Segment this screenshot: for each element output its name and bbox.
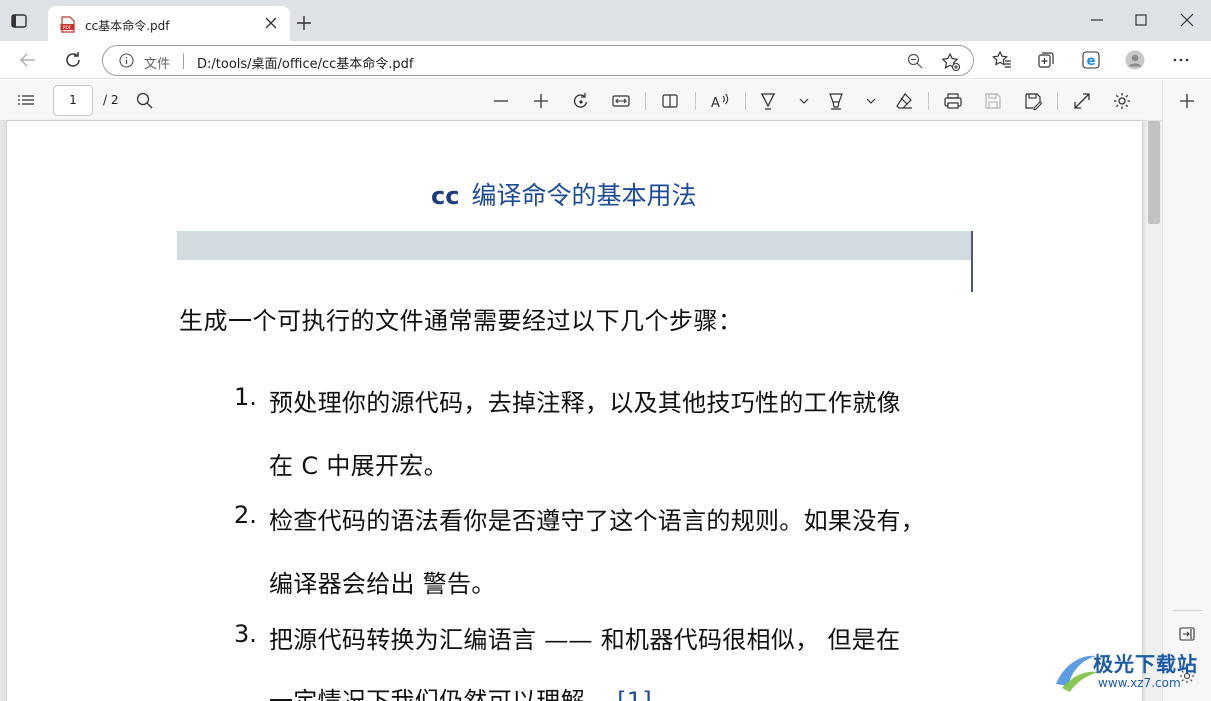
table-of-contents-icon[interactable] [16, 91, 36, 111]
address-bar[interactable]: 文件 D:/tools/桌面/office/cc基本命令.pdf [102, 45, 974, 76]
text-fragment: 一定情况下我们仍然可以理解。 [269, 687, 610, 701]
page-view-icon[interactable] [660, 91, 680, 111]
print-icon[interactable] [943, 91, 963, 111]
browser-tab[interactable]: PDF cc基本命令.pdf [48, 6, 290, 41]
fullscreen-icon[interactable] [1072, 91, 1092, 111]
toolbar-separator [645, 92, 646, 110]
fit-to-width-icon[interactable] [611, 91, 631, 111]
section-header-bar [177, 231, 973, 260]
minimize-icon[interactable] [1090, 13, 1104, 27]
section-rule [971, 231, 973, 292]
toolbar-separator [695, 92, 696, 110]
scrollbar-thumb[interactable] [1148, 121, 1160, 224]
list-item-text: 检查代码的语法看你是否遵守了这个语言的规则。如果没有， [269, 507, 926, 535]
toolbar-separator [745, 92, 746, 110]
url-scheme-label: 文件 [144, 57, 171, 72]
title-bar: PDF cc基本命令.pdf [0, 0, 1211, 41]
maximize-icon[interactable] [1134, 13, 1148, 27]
site-info-icon[interactable] [119, 53, 134, 68]
list-item-text: 预处理你的源代码，去掉注释，以及其他技巧性的工作就像 [269, 389, 901, 417]
collections-icon[interactable] [1036, 50, 1056, 70]
text-fragment: 在 [269, 452, 294, 480]
sidebar-divider [1173, 610, 1202, 611]
page-number-input[interactable]: 1 [53, 85, 93, 116]
zoom-in-icon[interactable] [531, 91, 551, 111]
list-item-number: 1. [234, 383, 257, 411]
intro-paragraph: 生成一个可执行的文件通常需要经过以下几个步骤： [179, 307, 743, 335]
draw-icon[interactable] [758, 91, 778, 111]
zoom-icon[interactable] [907, 53, 923, 69]
pdf-page: cc 编译命令的基本用法 生成一个可执行的文件通常需要经过以下几个步骤： 1. 预… [7, 121, 1142, 701]
hide-sidebar-icon[interactable] [1179, 626, 1195, 642]
text-fragment: 中展开宏。 [326, 452, 448, 480]
toolbar-separator [1057, 92, 1058, 110]
document-title-main: 编译命令的基本用法 [471, 181, 697, 210]
rotate-icon[interactable] [571, 91, 591, 111]
watermark-subtext: www.xz7.com [1098, 676, 1181, 690]
add-favorite-icon[interactable] [941, 52, 961, 72]
citation-link[interactable]: [1] [617, 687, 652, 701]
pdf-toolbar: 1 / 2 A [0, 80, 1162, 121]
highlight-icon[interactable] [826, 91, 846, 111]
save-icon[interactable] [983, 91, 1003, 111]
list-item-number: 3. [234, 620, 257, 648]
document-title-prefix: cc [431, 182, 460, 210]
list-item-text-continued: 编译器会给出 警告。 [269, 570, 496, 598]
back-icon[interactable] [18, 50, 38, 70]
page-total-label: / 2 [103, 93, 119, 107]
save-as-icon[interactable] [1023, 91, 1043, 111]
favorites-icon[interactable] [992, 50, 1012, 70]
edge-extension-icon[interactable]: e [1081, 50, 1101, 70]
text-fragment-c: C [301, 452, 319, 480]
chevron-down-icon[interactable] [861, 91, 881, 111]
url-separator [183, 53, 184, 69]
watermark-text: 极光下载站 [1093, 652, 1198, 676]
add-sidebar-app-icon[interactable] [1179, 93, 1195, 109]
list-item-text-continued: 在 C 中展开宏。 [269, 446, 448, 481]
close-tab-icon[interactable] [265, 17, 277, 29]
toolbar-separator [928, 92, 929, 110]
find-icon[interactable] [135, 91, 155, 111]
read-aloud-icon[interactable]: A [710, 91, 730, 111]
settings-gear-icon[interactable] [1112, 91, 1132, 111]
refresh-icon[interactable] [63, 50, 83, 70]
pdf-document-viewer[interactable]: cc 编译命令的基本用法 生成一个可执行的文件通常需要经过以下几个步骤： 1. 预… [0, 121, 1162, 701]
document-title: cc 编译命令的基本用法 [431, 176, 696, 212]
list-item-text-continued: 一定情况下我们仍然可以理解。 [1] [269, 681, 652, 701]
new-tab-icon[interactable] [296, 15, 312, 31]
url-text[interactable]: D:/tools/桌面/office/cc基本命令.pdf [197, 53, 413, 72]
tab-title: cc基本命令.pdf [85, 19, 170, 33]
list-item-text: 把源代码转换为汇编语言 —— 和机器代码很相似， 但是在 [269, 626, 901, 654]
chevron-down-icon[interactable] [794, 91, 814, 111]
zoom-out-icon[interactable] [491, 91, 511, 111]
more-menu-icon[interactable] [1171, 50, 1191, 70]
svg-text:e: e [1087, 54, 1096, 69]
svg-text:A: A [711, 96, 720, 111]
right-sidebar [1162, 80, 1211, 701]
list-item-number: 2. [234, 501, 257, 529]
tab-actions-icon[interactable] [10, 12, 28, 30]
pdf-file-icon: PDF [60, 16, 75, 33]
navigation-bar: 文件 D:/tools/桌面/office/cc基本命令.pdf e [0, 41, 1211, 79]
eraser-icon[interactable] [894, 91, 914, 111]
close-window-icon[interactable] [1180, 13, 1194, 27]
svg-text:PDF: PDF [63, 25, 72, 31]
profile-avatar-icon[interactable] [1125, 50, 1145, 70]
